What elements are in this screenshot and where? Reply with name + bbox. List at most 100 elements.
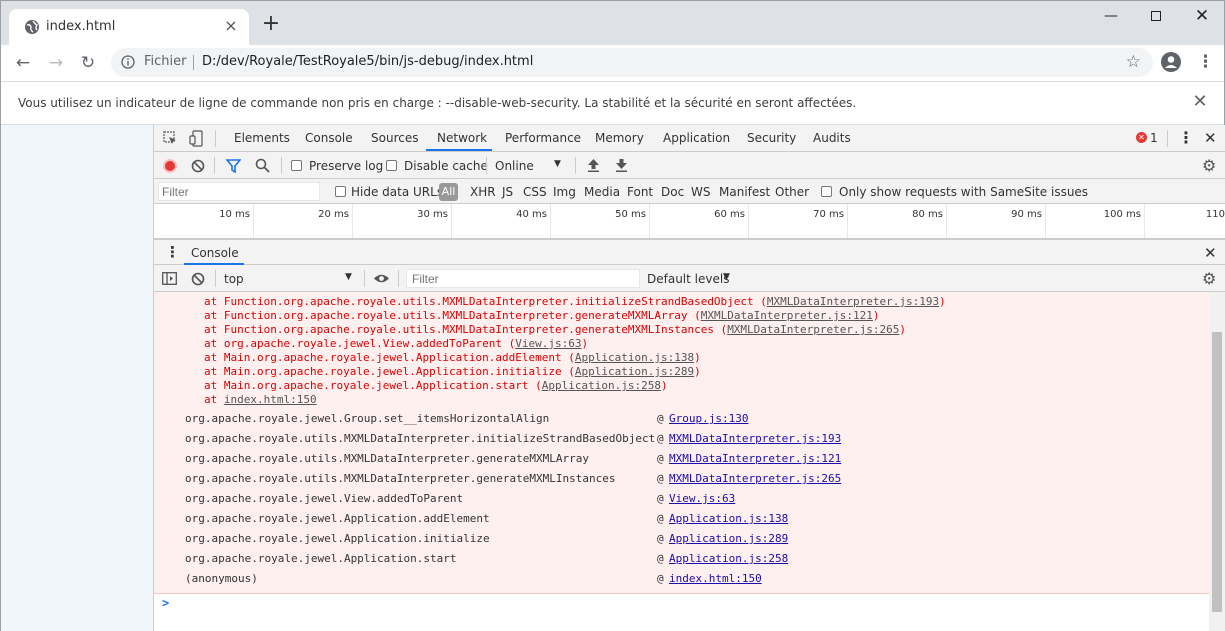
- source-link[interactable]: Application.js:258: [669, 552, 788, 565]
- filter-xhr[interactable]: XHR: [470, 185, 496, 199]
- source-link[interactable]: Group.js:130: [669, 412, 748, 425]
- filter-all-button[interactable]: All: [439, 183, 458, 201]
- filter-img[interactable]: Img: [553, 185, 576, 199]
- url-text[interactable]: D:/dev/Royale/TestRoyale5/bin/js-debug/i…: [202, 54, 533, 69]
- clear-icon[interactable]: [191, 159, 205, 173]
- context-select[interactable]: top: [224, 272, 244, 286]
- scrollbar-thumb[interactable]: [1212, 332, 1222, 612]
- filter-js[interactable]: JS: [502, 185, 513, 199]
- call-stack-row: org.apache.royale.jewel.Group.set__items…: [185, 412, 749, 425]
- close-infobar-icon[interactable]: ✕: [1191, 93, 1209, 111]
- forward-arrow-icon[interactable]: →: [44, 51, 68, 75]
- chevron-down-icon[interactable]: ▼: [554, 159, 561, 169]
- timeline-gridline: [649, 204, 650, 238]
- source-link[interactable]: index.html:150: [224, 393, 317, 406]
- source-link[interactable]: MXMLDataInterpreter.js:121: [701, 309, 873, 322]
- search-icon[interactable]: [255, 158, 270, 173]
- filter-media[interactable]: Media: [584, 185, 620, 199]
- reload-icon[interactable]: ↻: [76, 51, 100, 75]
- timeline-gridline: [847, 204, 848, 238]
- device-toolbar-icon[interactable]: [189, 130, 204, 147]
- log-levels-select[interactable]: Default levels: [647, 272, 729, 286]
- minimize-button[interactable]: —: [1088, 1, 1134, 33]
- stack-trace-line: at Function.org.apache.royale.utils.MXML…: [204, 309, 880, 322]
- inspect-element-icon[interactable]: [163, 131, 178, 146]
- samesite-checkbox[interactable]: [821, 186, 832, 197]
- source-link[interactable]: Application.js:289: [575, 365, 694, 378]
- close-drawer-icon[interactable]: ✕: [1204, 244, 1217, 262]
- source-link[interactable]: Application.js:258: [542, 379, 661, 392]
- source-link[interactable]: Application.js:138: [575, 351, 694, 364]
- console-filter-input[interactable]: [406, 269, 640, 288]
- bookmark-star-icon[interactable]: ☆: [1126, 52, 1141, 72]
- filter-doc[interactable]: Doc: [661, 185, 684, 199]
- timeline-tick-label: 50 ms: [615, 209, 646, 220]
- console-settings-gear-icon[interactable]: ⚙: [1202, 269, 1216, 288]
- divider: [575, 157, 576, 174]
- chevron-down-icon[interactable]: ▼: [723, 272, 730, 282]
- source-link[interactable]: MXMLDataInterpreter.js:193: [669, 432, 841, 445]
- source-link[interactable]: View.js:63: [515, 337, 581, 350]
- filter-css[interactable]: CSS: [523, 185, 547, 199]
- tab-sources[interactable]: Sources: [371, 131, 418, 145]
- account-icon[interactable]: [1161, 52, 1181, 72]
- filter-manifest[interactable]: Manifest: [719, 185, 770, 199]
- export-har-icon[interactable]: [615, 158, 628, 173]
- clear-console-icon[interactable]: [191, 272, 205, 286]
- info-icon[interactable]: [121, 55, 135, 69]
- tab-audits[interactable]: Audits: [813, 131, 851, 145]
- console-prompt[interactable]: >: [162, 596, 169, 610]
- browser-tab[interactable]: index.html ×: [9, 9, 249, 45]
- timeline-tick-label: 20 ms: [318, 209, 349, 220]
- console-scrollbar[interactable]: [1209, 292, 1225, 631]
- close-tab-icon[interactable]: ×: [223, 18, 239, 34]
- devtools-menu-icon[interactable]: ⋮: [1178, 128, 1194, 147]
- tab-performance[interactable]: Performance: [505, 131, 581, 145]
- show-sidebar-icon[interactable]: [162, 272, 177, 285]
- import-har-icon[interactable]: [587, 158, 600, 173]
- filter-icon[interactable]: [226, 159, 241, 173]
- timeline-tick-label: 60 ms: [714, 209, 745, 220]
- preserve-log-checkbox[interactable]: [291, 160, 302, 171]
- source-link[interactable]: Application.js:138: [669, 512, 788, 525]
- network-settings-gear-icon[interactable]: ⚙: [1202, 156, 1216, 175]
- filter-other[interactable]: Other: [775, 185, 809, 199]
- timeline-gridline: [1045, 204, 1046, 238]
- filter-ws[interactable]: WS: [691, 185, 710, 199]
- warning-infobar: Vous utilisez un indicateur de ligne de …: [1, 81, 1224, 125]
- source-link[interactable]: MXMLDataInterpreter.js:121: [669, 452, 841, 465]
- throttling-select[interactable]: Online: [495, 159, 534, 173]
- source-link[interactable]: MXMLDataInterpreter.js:265: [727, 323, 899, 336]
- tab-network[interactable]: Network: [437, 131, 487, 145]
- error-count[interactable]: 1: [1150, 131, 1158, 145]
- new-tab-button[interactable]: +: [259, 13, 283, 37]
- close-window-button[interactable]: ✕: [1179, 1, 1225, 33]
- error-icon[interactable]: ✕: [1136, 132, 1147, 143]
- address-bar[interactable]: Fichier D:/dev/Royale/TestRoyale5/bin/js…: [111, 48, 1153, 77]
- disable-cache-checkbox[interactable]: [386, 160, 397, 171]
- tab-application[interactable]: Application: [663, 131, 730, 145]
- tab-memory[interactable]: Memory: [595, 131, 644, 145]
- hide-data-urls-checkbox[interactable]: [335, 186, 346, 197]
- chevron-down-icon[interactable]: ▼: [345, 272, 352, 282]
- network-timeline-overview[interactable]: 10 ms 20 ms 30 ms 40 ms 50 ms 60 ms 70 m…: [154, 204, 1225, 239]
- tab-elements[interactable]: Elements: [234, 131, 290, 145]
- source-link[interactable]: Application.js:289: [669, 532, 788, 545]
- source-link[interactable]: MXMLDataInterpreter.js:193: [767, 295, 939, 308]
- tab-console[interactable]: Console: [305, 131, 353, 145]
- source-link[interactable]: index.html:150: [669, 572, 762, 585]
- browser-menu-icon[interactable]: ⋮: [1197, 51, 1214, 73]
- record-icon[interactable]: [163, 159, 177, 173]
- close-devtools-icon[interactable]: ✕: [1204, 129, 1217, 147]
- drawer-menu-icon[interactable]: ⋮: [165, 243, 180, 261]
- back-arrow-icon[interactable]: ←: [11, 51, 35, 75]
- source-link[interactable]: View.js:63: [669, 492, 735, 505]
- network-filter-input[interactable]: [158, 182, 320, 201]
- source-link[interactable]: MXMLDataInterpreter.js:265: [669, 472, 841, 485]
- tab-security[interactable]: Security: [747, 131, 796, 145]
- maximize-button[interactable]: [1133, 1, 1179, 33]
- filter-font[interactable]: Font: [627, 185, 653, 199]
- drawer-tab-console[interactable]: Console: [191, 246, 239, 260]
- console-output[interactable]: at Function.org.apache.royale.utils.MXML…: [154, 292, 1209, 631]
- eye-icon[interactable]: [373, 273, 390, 284]
